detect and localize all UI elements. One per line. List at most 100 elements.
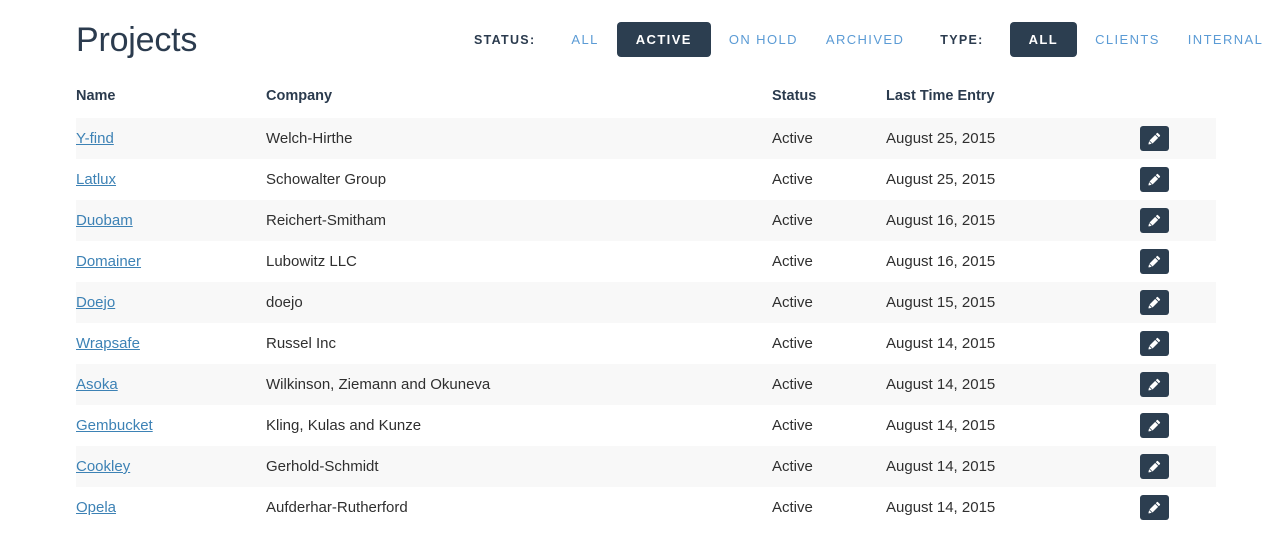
table-row: Duobam Reichert-Smitham Active August 16, 2… [76, 200, 1216, 241]
edit-project-button[interactable] [1140, 249, 1169, 274]
column-header-name: Name [76, 88, 116, 104]
cell-project-name: Wrapsafe [76, 323, 266, 364]
page-header: Projects STATUS: ALL ACTIVE ON HOLD ARCHIVE… [0, 0, 1280, 78]
cell-company: Schowalter Group [266, 171, 387, 188]
cell-status: Active [772, 171, 813, 188]
table-row: Y-find Welch-Hirthe Active August 25, 2015 [76, 118, 1216, 159]
projects-table-wrapper: Name Company Status Last Time Entry Y-fi… [76, 88, 1216, 528]
type-filter-all[interactable]: ALL [1009, 22, 1078, 57]
cell-project-name: Latlux [76, 159, 266, 200]
cell-company: Aufderhar-Rutherford [266, 499, 408, 516]
project-link[interactable]: Asoka [76, 376, 118, 393]
cell-status: Active [772, 212, 813, 229]
cell-project-name: Doejo [76, 282, 266, 323]
table-row: Wrapsafe Russel Inc Active August 14, 2015 [76, 323, 1216, 364]
column-header-company: Company [266, 88, 333, 104]
project-link[interactable]: Y-find [76, 130, 114, 147]
edit-project-button[interactable] [1140, 413, 1169, 438]
type-filter-internal[interactable]: INTERNAL [1174, 32, 1278, 47]
cell-last-time-entry: August 16, 2015 [886, 212, 996, 229]
cell-company: Gerhold-Schmidt [266, 458, 379, 475]
cell-status: Active [772, 376, 813, 393]
cell-company: Welch-Hirthe [266, 130, 353, 147]
table-body: Y-find Welch-Hirthe Active August 25, 2015 L… [76, 118, 1216, 528]
cell-status: Active [772, 458, 813, 475]
cell-actions [1140, 118, 1216, 159]
cell-status: Active [772, 253, 813, 270]
cell-project-name: Duobam [76, 200, 266, 241]
pencil-icon [1148, 132, 1161, 145]
edit-project-button[interactable] [1140, 454, 1169, 479]
filter-bar: STATUS: ALL ACTIVE ON HOLD ARCHIVED TYPE: A… [474, 22, 1277, 57]
table-row: Opela Aufderhar-Rutherford Active August 14… [76, 487, 1216, 528]
type-filter-clients[interactable]: CLIENTS [1081, 32, 1174, 47]
cell-last-time-entry: August 25, 2015 [886, 130, 996, 147]
table-row: Gembucket Kling, Kulas and Kunze Active Aug… [76, 405, 1216, 446]
pencil-icon [1148, 419, 1161, 432]
cell-project-name: Cookley [76, 446, 266, 487]
project-link[interactable]: Gembucket [76, 417, 153, 434]
status-filter-group: ALL ACTIVE ON HOLD ARCHIVED [557, 22, 918, 57]
cell-project-name: Y-find [76, 118, 266, 159]
project-link[interactable]: Duobam [76, 212, 133, 229]
edit-project-button[interactable] [1140, 126, 1169, 151]
cell-company: Russel Inc [266, 335, 337, 352]
status-filter-label: STATUS: [474, 32, 536, 47]
cell-actions [1140, 446, 1216, 487]
project-link[interactable]: Latlux [76, 171, 116, 188]
status-filter-on-hold[interactable]: ON HOLD [715, 32, 812, 47]
cell-status: Active [772, 294, 813, 311]
project-link[interactable]: Opela [76, 499, 116, 516]
cell-actions [1140, 200, 1216, 241]
column-header-status: Status [772, 88, 817, 104]
cell-company: Wilkinson, Ziemann and Okuneva [266, 376, 491, 393]
edit-project-button[interactable] [1140, 495, 1169, 520]
cell-last-time-entry: August 14, 2015 [886, 335, 996, 352]
cell-project-name: Asoka [76, 364, 266, 405]
cell-actions [1140, 241, 1216, 282]
table-header: Name Company Status Last Time Entry [76, 88, 1216, 118]
pencil-icon [1148, 501, 1161, 514]
cell-last-time-entry: August 14, 2015 [886, 376, 996, 393]
status-filter-all[interactable]: ALL [557, 32, 612, 47]
pencil-icon [1148, 296, 1161, 309]
cell-actions [1140, 405, 1216, 446]
cell-last-time-entry: August 14, 2015 [886, 499, 996, 516]
cell-actions [1140, 364, 1216, 405]
cell-status: Active [772, 130, 813, 147]
project-link[interactable]: Doejo [76, 294, 115, 311]
pencil-icon [1148, 378, 1161, 391]
cell-last-time-entry: August 14, 2015 [886, 417, 996, 434]
type-filter-label: TYPE: [940, 32, 984, 47]
table-header-row: Name Company Status Last Time Entry [76, 88, 1216, 118]
cell-company: doejo [266, 294, 303, 311]
table-row: Latlux Schowalter Group Active August 25, 2… [76, 159, 1216, 200]
edit-project-button[interactable] [1140, 290, 1169, 315]
pencil-icon [1148, 173, 1161, 186]
pencil-icon [1148, 460, 1161, 473]
cell-status: Active [772, 417, 813, 434]
cell-project-name: Opela [76, 487, 266, 528]
edit-project-button[interactable] [1140, 331, 1169, 356]
column-header-actions [1140, 88, 1216, 118]
cell-last-time-entry: August 14, 2015 [886, 458, 996, 475]
edit-project-button[interactable] [1140, 208, 1169, 233]
pencil-icon [1148, 214, 1161, 227]
project-link[interactable]: Cookley [76, 458, 130, 475]
status-filter-active[interactable]: ACTIVE [616, 22, 711, 57]
cell-status: Active [772, 499, 813, 516]
edit-project-button[interactable] [1140, 372, 1169, 397]
cell-company: Reichert-Smitham [266, 212, 387, 229]
cell-actions [1140, 487, 1216, 528]
cell-last-time-entry: August 16, 2015 [886, 253, 996, 270]
cell-actions [1140, 159, 1216, 200]
cell-status: Active [772, 335, 813, 352]
project-link[interactable]: Domainer [76, 253, 141, 270]
cell-last-time-entry: August 25, 2015 [886, 171, 996, 188]
column-header-last-time-entry: Last Time Entry [886, 88, 995, 104]
cell-company: Kling, Kulas and Kunze [266, 417, 422, 434]
status-filter-archived[interactable]: ARCHIVED [812, 32, 918, 47]
project-link[interactable]: Wrapsafe [76, 335, 140, 352]
table-row: Asoka Wilkinson, Ziemann and Okuneva Activ… [76, 364, 1216, 405]
edit-project-button[interactable] [1140, 167, 1169, 192]
